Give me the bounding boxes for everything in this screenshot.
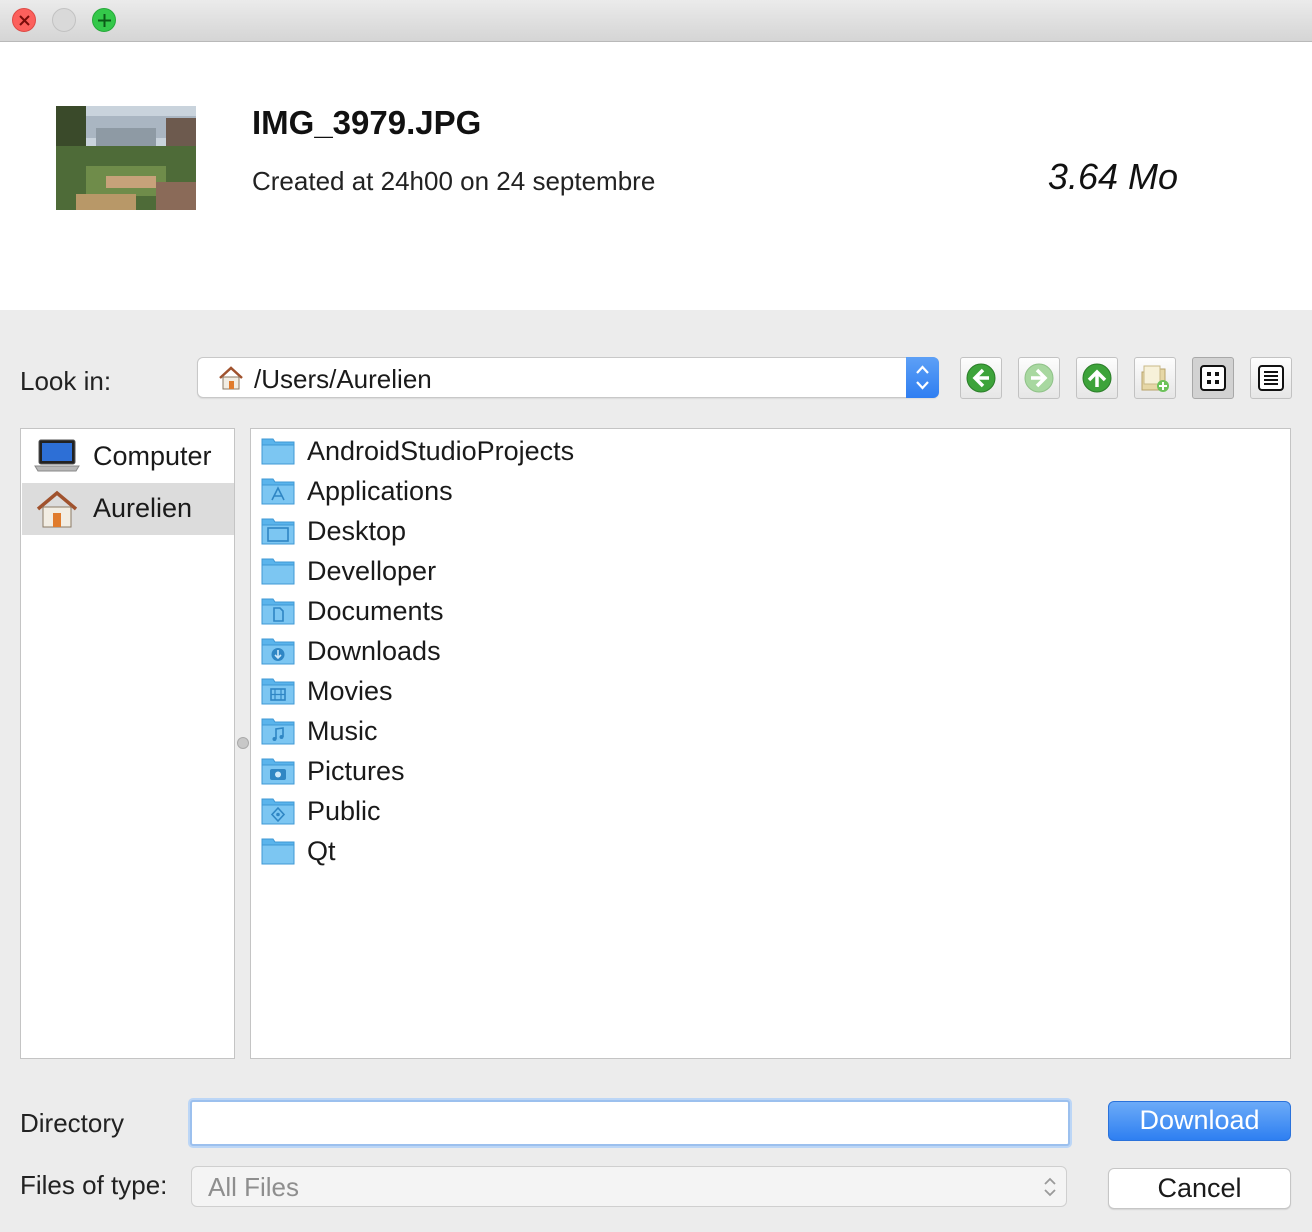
look-in-label: Look in: — [20, 366, 112, 396]
sidebar-item-label: Aurelien — [93, 493, 193, 523]
file-name: Desktop — [307, 516, 407, 546]
new-folder-button[interactable] — [1134, 357, 1176, 399]
file-type-select[interactable]: All Files — [191, 1166, 1067, 1207]
file-name: Applications — [307, 476, 453, 506]
folder-icon — [261, 838, 295, 865]
path-dropdown-arrow[interactable] — [906, 357, 939, 398]
music-folder-icon — [261, 718, 295, 745]
applications-folder-icon — [261, 478, 295, 505]
movies-folder-icon — [261, 678, 295, 705]
back-arrow-icon — [966, 363, 996, 393]
list-item[interactable]: Develloper — [261, 551, 1261, 591]
list-item[interactable]: Music — [261, 711, 1261, 751]
pictures-folder-icon — [261, 758, 295, 785]
sidebar-item-aurelien[interactable]: Aurelien — [22, 483, 234, 535]
places-sidebar: Computer Aurelien — [20, 428, 235, 1059]
list-item[interactable]: Downloads — [261, 631, 1261, 671]
plus-icon — [98, 14, 111, 27]
chevron-up-down-icon — [1044, 1177, 1056, 1197]
maximize-window-button[interactable] — [92, 8, 116, 32]
detail-mode-button[interactable] — [1250, 357, 1292, 399]
download-button[interactable]: Download — [1108, 1101, 1291, 1141]
laptop-icon — [34, 439, 80, 472]
minimize-window-button[interactable] — [52, 8, 76, 32]
parent-directory-button[interactable] — [1076, 357, 1118, 399]
list-item[interactable]: Desktop — [261, 511, 1261, 551]
up-arrow-icon — [1082, 363, 1112, 393]
file-name: Develloper — [307, 556, 437, 586]
file-list: AndroidStudioProjects Applications Deskt… — [250, 428, 1291, 1059]
path-text: /Users/Aurelien — [254, 364, 432, 394]
sidebar-item-label: Computer — [93, 441, 212, 471]
close-icon — [19, 15, 30, 26]
file-name: AndroidStudioProjects — [307, 436, 575, 466]
new-folder-icon — [1141, 365, 1169, 392]
grid-view-icon — [1200, 365, 1226, 391]
list-item[interactable]: Movies — [261, 671, 1261, 711]
forward-button[interactable] — [1018, 357, 1060, 399]
preview-created-date: Created at 24h00 on 24 septembre — [252, 166, 656, 196]
back-button[interactable] — [960, 357, 1002, 399]
chevron-up-down-icon — [916, 365, 929, 390]
file-preview-panel: IMG_3979.JPG Created at 24h00 on 24 sept… — [0, 42, 1312, 310]
detail-view-icon — [1258, 365, 1284, 391]
directory-input[interactable] — [190, 1100, 1070, 1146]
folder-icon — [261, 438, 295, 465]
file-name: Pictures — [307, 756, 405, 786]
files-of-type-label: Files of type: — [20, 1170, 168, 1200]
file-type-value: All Files — [208, 1172, 300, 1202]
splitter-handle[interactable] — [237, 737, 249, 749]
documents-folder-icon — [261, 598, 295, 625]
cancel-button[interactable]: Cancel — [1108, 1168, 1291, 1209]
file-name: Downloads — [307, 636, 441, 666]
sidebar-item-computer[interactable]: Computer — [22, 431, 234, 483]
desktop-folder-icon — [261, 518, 295, 545]
title-bar — [0, 0, 1312, 42]
list-item[interactable]: AndroidStudioProjects — [261, 431, 1261, 471]
close-window-button[interactable] — [12, 8, 36, 32]
file-name: Qt — [307, 836, 336, 866]
folder-icon — [261, 558, 295, 585]
preview-file-size: 3.64 Mo — [1047, 156, 1178, 197]
list-item[interactable]: Applications — [261, 471, 1261, 511]
home-icon — [219, 366, 243, 390]
file-name: Movies — [307, 676, 393, 706]
file-name: Music — [307, 716, 378, 746]
home-icon — [36, 490, 78, 528]
list-item[interactable]: Pictures — [261, 751, 1261, 791]
image-thumbnail — [56, 106, 196, 210]
file-name: Public — [307, 796, 381, 826]
forward-arrow-icon — [1024, 363, 1054, 393]
list-item[interactable]: Qt — [261, 831, 1261, 871]
path-combobox[interactable]: /Users/Aurelien — [197, 357, 939, 398]
public-folder-icon — [261, 798, 295, 825]
list-mode-button[interactable] — [1192, 357, 1234, 399]
downloads-folder-icon — [261, 638, 295, 665]
directory-label: Directory — [20, 1108, 125, 1138]
file-name: Documents — [307, 596, 444, 626]
list-item[interactable]: Public — [261, 791, 1261, 831]
list-item[interactable]: Documents — [261, 591, 1261, 631]
preview-filename: IMG_3979.JPG — [252, 104, 482, 141]
